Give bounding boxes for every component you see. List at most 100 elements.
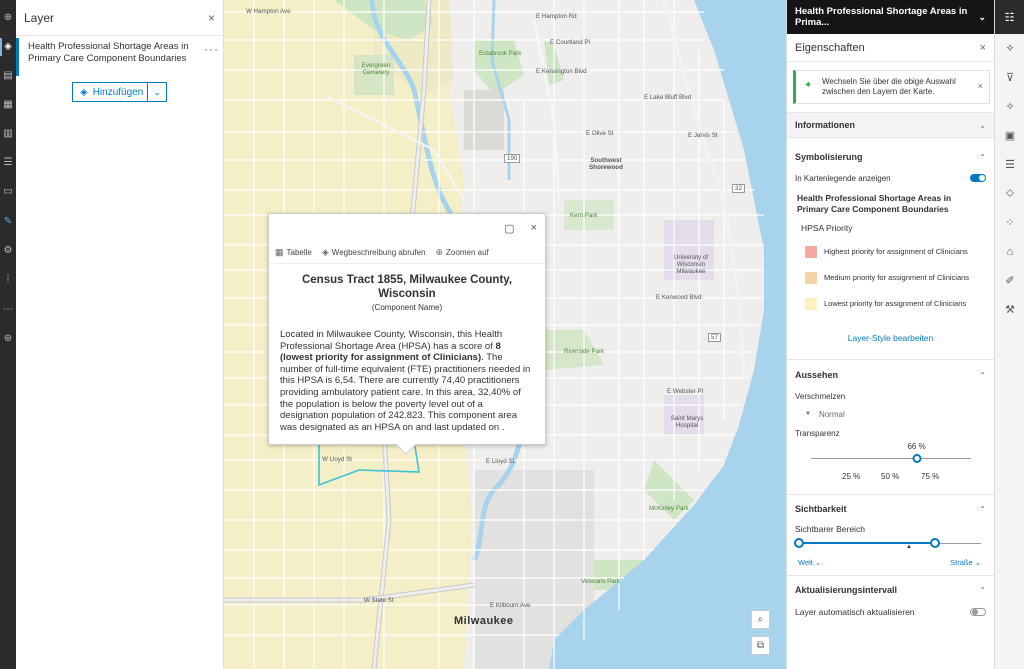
fields-icon[interactable]: ☰	[995, 150, 1024, 179]
properties-icon[interactable]: ☷	[995, 0, 1024, 34]
popup-subtitle: (Component Name)	[371, 303, 443, 312]
zoom-to-icon: ⊕	[435, 247, 444, 257]
notice-text: Wechseln Sie über die obige Auswahl zwis…	[822, 77, 956, 96]
legend-toggle-row: In Kartenlegende anzeigen	[787, 172, 994, 184]
form-icon[interactable]: ⌂	[995, 237, 1024, 266]
sketch-icon[interactable]: ✎	[2, 216, 14, 228]
map-label: E Courtland Pl	[550, 39, 590, 46]
section-aktualisierungsintervall[interactable]: Aktualisierungsintervall ⌃	[787, 576, 994, 604]
search-button[interactable]: ⌕	[751, 610, 770, 629]
map-label: Veterans Park	[581, 578, 620, 585]
add-layer-button[interactable]: ◈ Hinzufügen	[72, 82, 148, 102]
range-min-handle[interactable]	[794, 538, 804, 548]
legend-item: Medium priority for assignment of Clinic…	[787, 265, 994, 291]
chevron-down-icon: ⌄	[979, 120, 986, 130]
layer-list-item[interactable]: Health Professional Shortage Areas in Pr…	[16, 38, 223, 76]
tools-icon[interactable]: ⚒	[995, 295, 1024, 324]
properties-title: Eigenschaften	[795, 41, 865, 54]
legend-swatch	[805, 272, 817, 284]
add-layer-dropdown[interactable]: ⌄	[148, 82, 167, 102]
map-label: Kern Park	[570, 212, 598, 219]
close-icon[interactable]: ×	[208, 11, 215, 25]
table-icon[interactable]: ▤	[2, 70, 14, 82]
tick-label: 25 %	[842, 472, 861, 481]
range-max-select[interactable]: Straße ⌄	[950, 558, 981, 567]
edit-layer-style-link[interactable]: Layer-Style bearbeiten	[787, 333, 994, 353]
map-label: Saint Marys Hospital	[670, 415, 704, 429]
configure-clusters-icon[interactable]: ⁘	[995, 208, 1024, 237]
highway-shield: 57	[708, 333, 721, 342]
properties-panel: Health Professional Shortage Areas in Pr…	[786, 0, 994, 669]
edit-icon[interactable]: ✐	[995, 266, 1024, 295]
map-label: Evergreen Cemetery	[361, 62, 391, 76]
charts-icon[interactable]: ▦	[2, 99, 14, 111]
current-scale-marker: ▲	[906, 544, 912, 550]
legend-icon[interactable]: ☰	[2, 157, 14, 169]
add-layer-label: Hinzufügen	[92, 86, 144, 98]
close-icon[interactable]: ×	[531, 222, 537, 234]
blend-select[interactable]: ▼ Normal	[787, 402, 994, 426]
settings-icon[interactable]: ⚙	[2, 245, 14, 257]
highway-shield: 190	[504, 154, 521, 163]
close-icon[interactable]: ×	[980, 42, 986, 54]
blend-label: Verschmelzen	[795, 391, 846, 401]
map-label: E Jarvis St	[688, 132, 718, 139]
slider-handle[interactable]	[912, 454, 922, 463]
layers-add-icon: ◈	[80, 86, 88, 98]
legend-item: Highest priority for assignment of Clini…	[787, 239, 994, 265]
range-min-select[interactable]: Welt ⌄	[798, 558, 821, 567]
effects-icon[interactable]: ✧	[995, 92, 1024, 121]
dock-icon[interactable]: ▢	[504, 222, 514, 235]
chevron-up-icon: ⌃	[979, 585, 986, 595]
more-options-icon[interactable]: ···	[204, 43, 219, 56]
popup-action-zoom[interactable]: ⊕ Zoomen auf	[436, 247, 489, 258]
map-city-label: Milwaukee	[454, 615, 514, 627]
map-label: E Lake Bluff Blvd	[644, 94, 692, 101]
popup-toolbar: ▢ ×	[269, 214, 545, 242]
tick-label: 75 %	[921, 472, 940, 481]
legend-list: Highest priority for assignment of Clini…	[787, 239, 994, 317]
auto-refresh-row: Layer automatisch aktualisieren	[787, 604, 994, 620]
filter-icon[interactable]: ⊽	[995, 63, 1024, 92]
labels-icon[interactable]: ⬦	[995, 179, 1024, 208]
layers-icon[interactable]: ◈	[2, 41, 14, 53]
highway-shield: 32	[732, 184, 745, 193]
layer-selector[interactable]: Health Professional Shortage Areas in Pr…	[787, 0, 994, 34]
transparency-slider[interactable]: 66 % 25 % 50 % 75 %	[787, 440, 994, 488]
add-layer-control: ◈ Hinzufügen ⌄	[72, 82, 167, 102]
lightbulb-icon: ✦	[804, 80, 813, 91]
styles-icon[interactable]: ⟡	[995, 34, 1024, 63]
add-icon[interactable]: ⊕	[2, 12, 14, 24]
close-icon[interactable]: ×	[978, 81, 983, 91]
tick-label: 50 %	[881, 472, 900, 481]
map-label: University of Wisconsin Milwaukee	[673, 254, 709, 275]
visible-range-label: Sichtbarer Bereich	[795, 524, 865, 534]
section-informationen[interactable]: Informationen ⌄	[787, 112, 994, 138]
section-aussehen[interactable]: Aussehen ⌃	[787, 360, 994, 390]
map-label: E Webster Pl	[667, 388, 703, 395]
legend-swatch	[805, 298, 817, 310]
search-icon: ⌕	[757, 614, 764, 625]
chevron-up-icon: ⌃	[979, 504, 986, 514]
selected-layer-name: Health Professional Shortage Areas in Pr…	[795, 6, 968, 28]
visible-range-slider[interactable]: ▲ Welt ⌄ Straße ⌄	[787, 535, 994, 571]
help-icon[interactable]: ⊛	[2, 333, 14, 345]
section-sichtbarkeit[interactable]: Sichtbarkeit ⌃	[787, 495, 994, 523]
map-label: W State St	[364, 597, 394, 604]
share-icon[interactable]: ⋯	[2, 304, 14, 316]
auto-refresh-toggle[interactable]	[970, 608, 986, 616]
range-max-handle[interactable]	[930, 538, 940, 548]
popup-action-directions[interactable]: ◈ Wegbeschreibung abrufen	[322, 247, 426, 258]
popups-icon[interactable]: ▣	[995, 121, 1024, 150]
hint-icon[interactable]: ⁞	[2, 274, 14, 286]
layer-item-label: Health Professional Shortage Areas in Pr…	[28, 41, 189, 64]
expand-button[interactable]: ⧉	[751, 636, 770, 655]
map-label: E Lloyd St	[486, 458, 515, 465]
chart-bar-icon[interactable]: ▥	[2, 128, 14, 140]
bookmark-icon[interactable]: ▭	[2, 186, 14, 198]
show-in-legend-toggle[interactable]	[970, 174, 986, 182]
map-label: W Lloyd St	[322, 456, 352, 463]
section-symbolisierung[interactable]: Symbolisierung ⌃	[787, 142, 994, 172]
popup-action-table[interactable]: ▦ Tabelle	[275, 247, 312, 258]
map-label: E Kensington Blvd	[536, 68, 587, 75]
